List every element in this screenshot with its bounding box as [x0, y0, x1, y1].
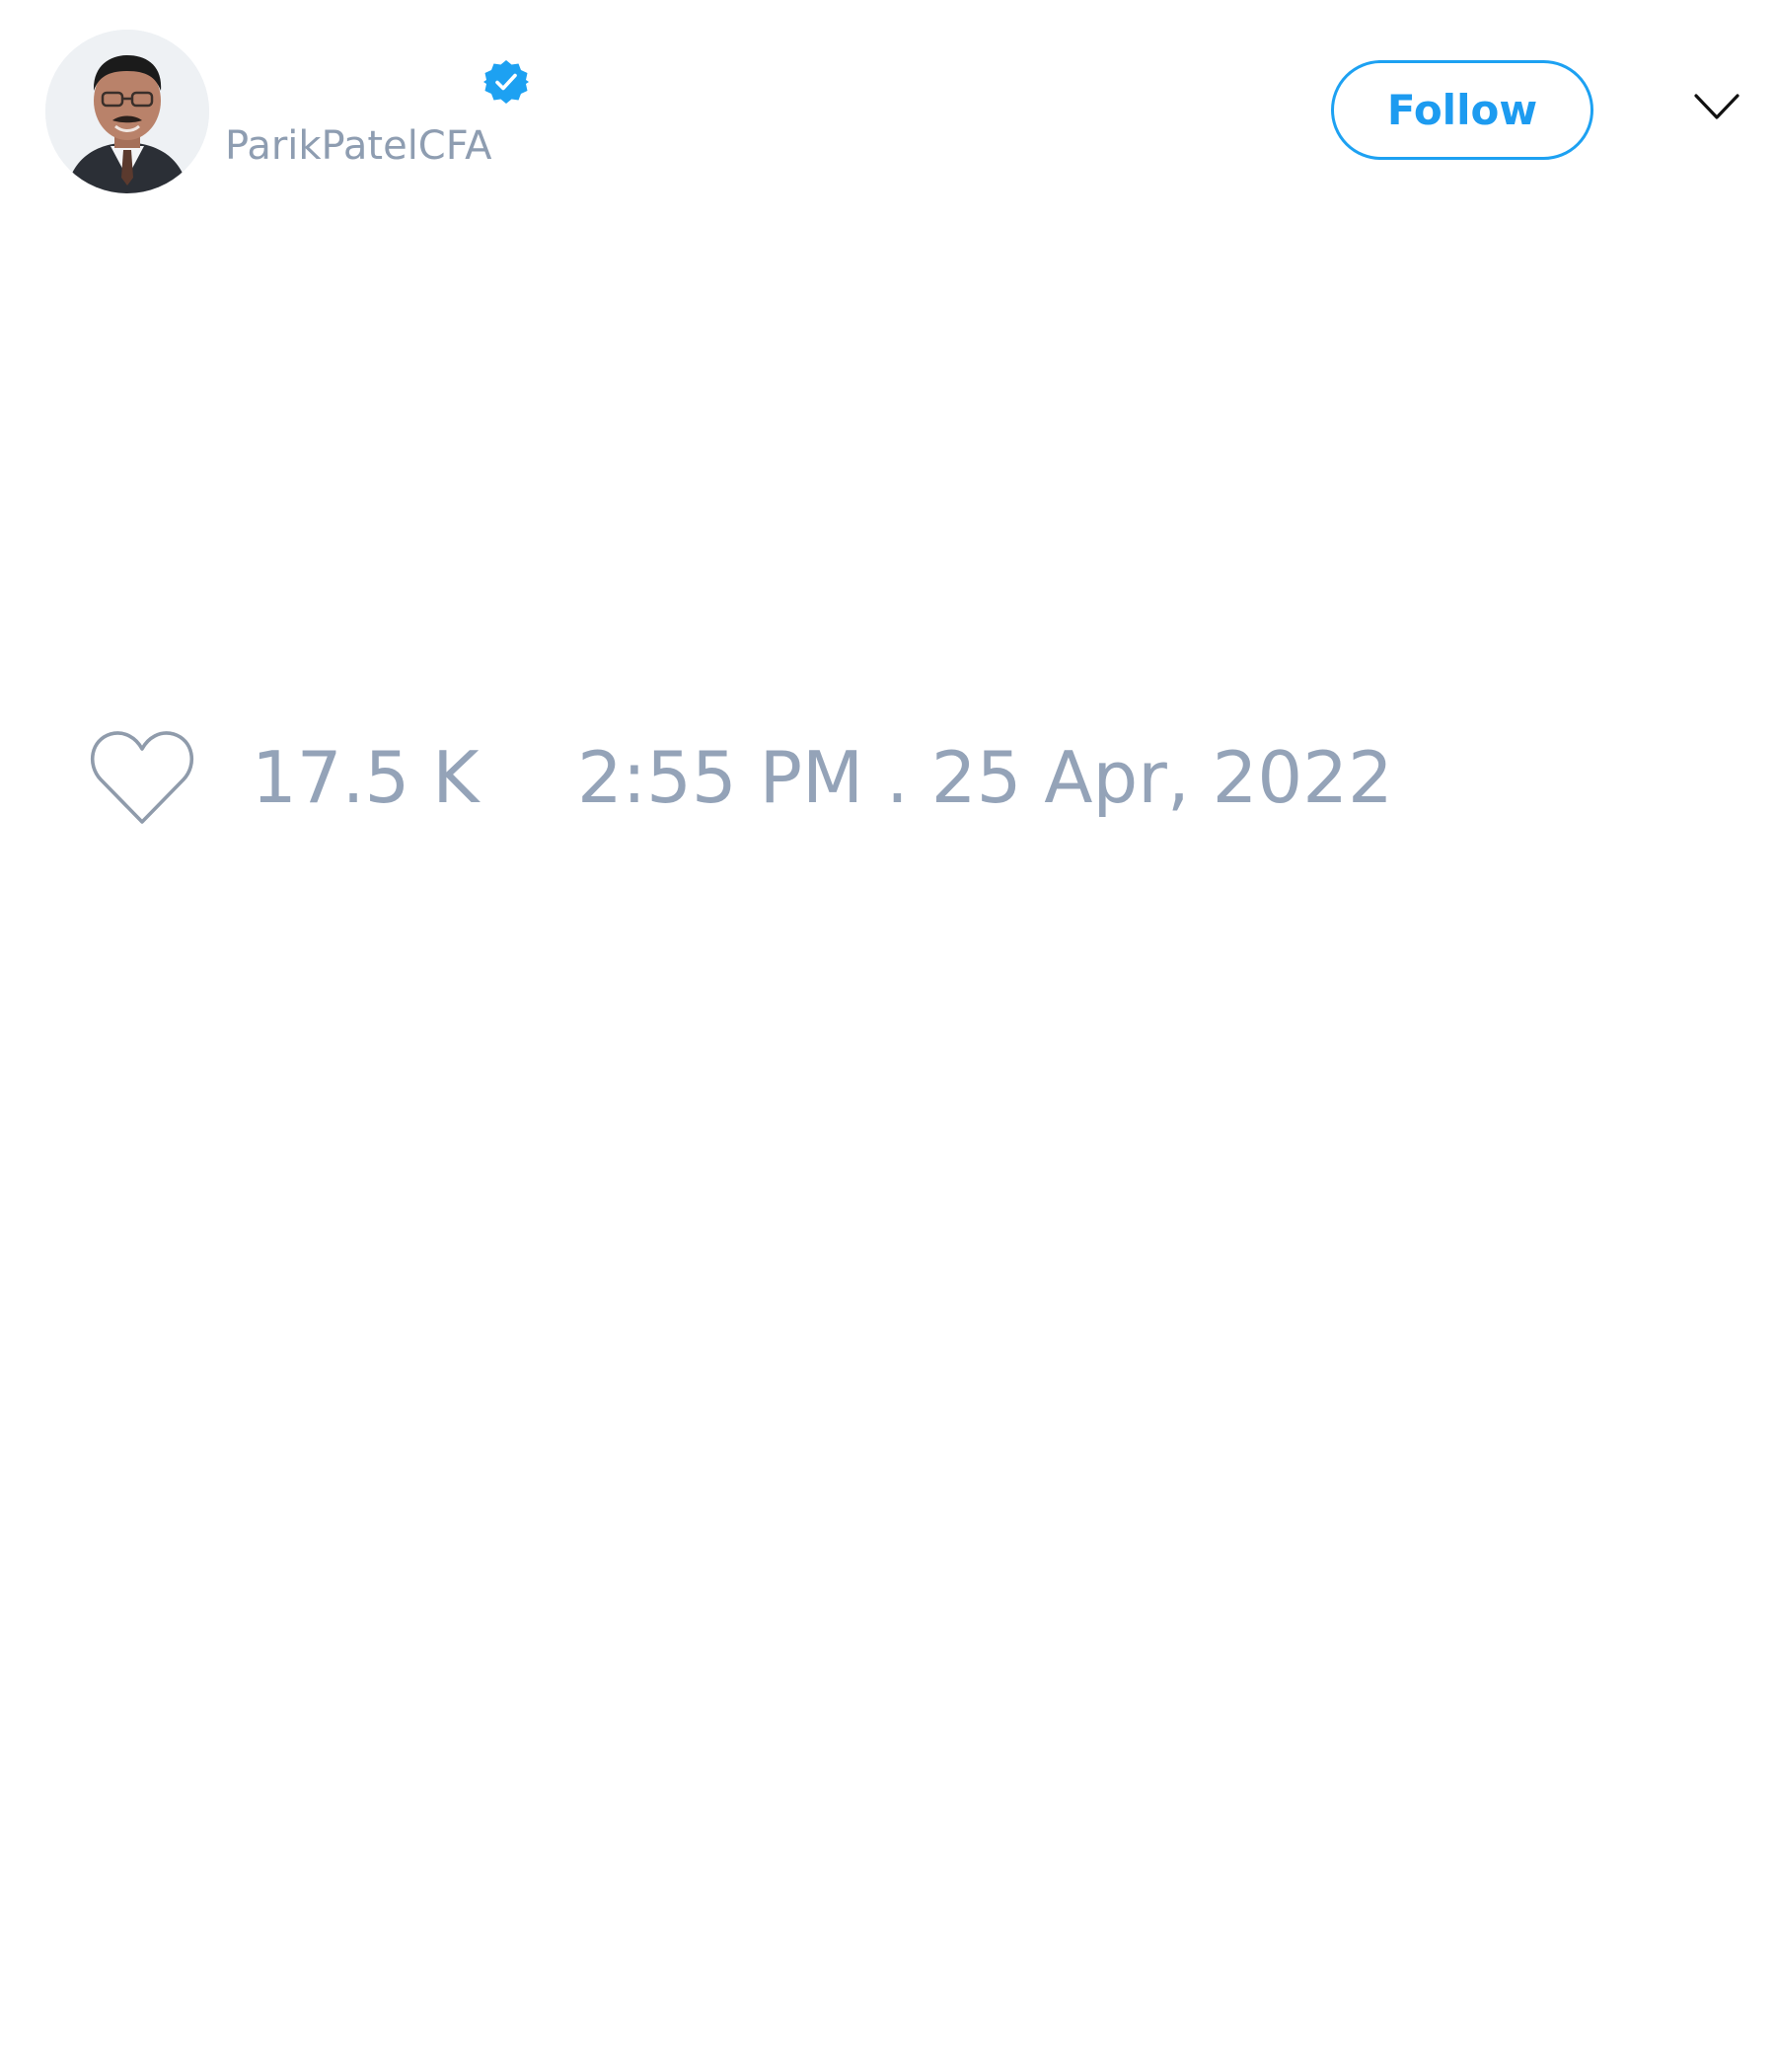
username[interactable]: ParikPatelCFA — [225, 126, 491, 166]
avatar-photo — [45, 30, 209, 193]
like-count: 17.5 K — [252, 736, 480, 819]
chevron-down-icon[interactable] — [1693, 92, 1740, 121]
tweet-card: ParikPatelCFA Follow 17.5 K 2:55 PM . 25… — [0, 0, 1776, 2072]
follow-button[interactable]: Follow — [1331, 60, 1593, 160]
heart-icon[interactable] — [89, 730, 195, 825]
verified-badge-icon — [483, 60, 529, 104]
avatar[interactable] — [45, 30, 209, 193]
timestamp[interactable]: 2:55 PM . 25 Apr, 2022 — [577, 742, 1393, 813]
